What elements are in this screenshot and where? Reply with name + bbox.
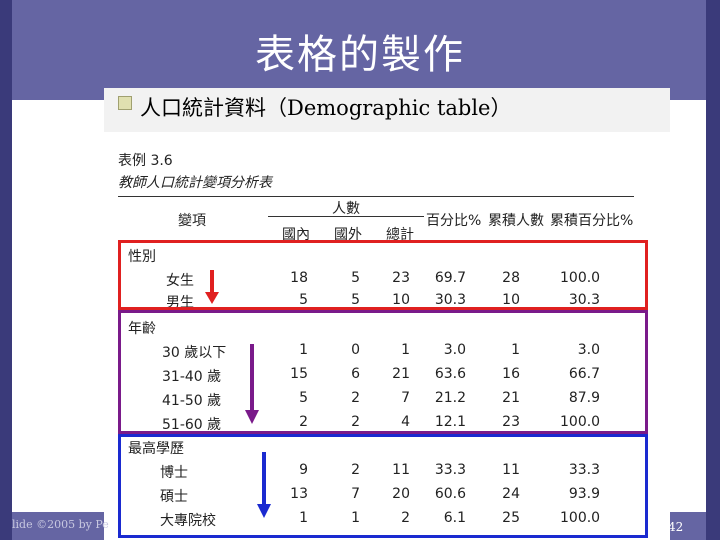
- down-arrows: [205, 270, 271, 518]
- purple-down-arrow-icon: [245, 344, 259, 424]
- red-down-arrow-icon: [205, 270, 219, 304]
- page-number: 42: [668, 520, 684, 534]
- blue-down-arrow-icon: [257, 452, 271, 518]
- footer-copyright: lide ©2005 by Pe: [12, 518, 109, 531]
